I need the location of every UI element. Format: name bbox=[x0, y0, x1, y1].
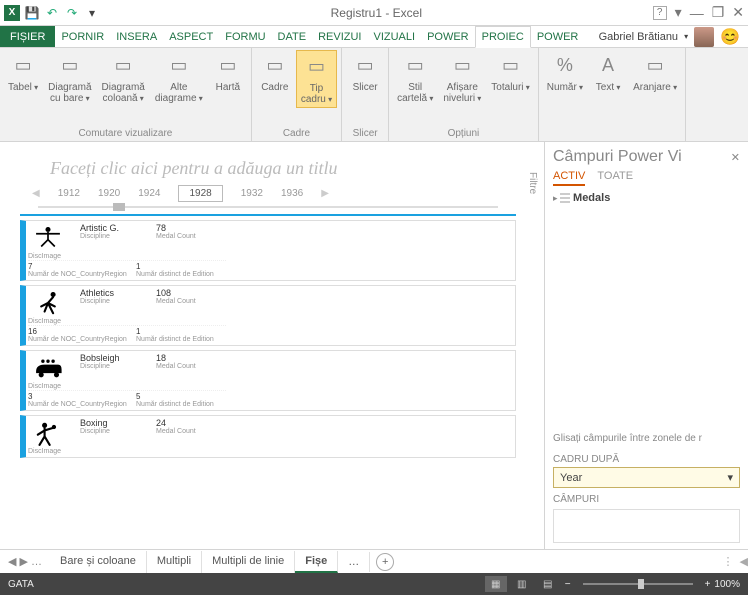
alte-diag-button[interactable]: ▭Altediagrame bbox=[151, 50, 207, 106]
year-1936[interactable]: 1936 bbox=[281, 188, 303, 199]
tile-by-dropdown[interactable]: Year▾ bbox=[553, 467, 740, 488]
tab-pornir[interactable]: PORNIR bbox=[55, 26, 110, 47]
timeline-prev-icon[interactable]: ◀ bbox=[32, 188, 40, 199]
chart-title-placeholder[interactable]: Faceți clic aici pentru a adăuga un titl… bbox=[50, 158, 516, 179]
tab-date[interactable]: DATE bbox=[272, 26, 313, 47]
sport-icon bbox=[28, 288, 68, 318]
aranjare-button[interactable]: ▭Aranjare bbox=[629, 50, 681, 95]
zoom-out-button[interactable]: − bbox=[561, 579, 575, 590]
year-1912[interactable]: 1912 bbox=[58, 188, 80, 199]
tab-fișier[interactable]: FIȘIER bbox=[0, 26, 55, 47]
filters-label[interactable]: Filtre bbox=[527, 172, 538, 194]
tab-insera[interactable]: INSERA bbox=[110, 26, 163, 47]
harta-button[interactable]: ▭Hartă bbox=[209, 50, 247, 95]
fields-dropzone[interactable] bbox=[553, 509, 740, 543]
year-1932[interactable]: 1932 bbox=[241, 188, 263, 199]
add-sheet-button[interactable]: + bbox=[376, 553, 394, 571]
pane-close-icon[interactable]: ✕ bbox=[731, 151, 740, 164]
slicer-button[interactable]: ▭Slicer bbox=[346, 50, 384, 95]
timeline-scrubber[interactable] bbox=[38, 206, 498, 208]
sheet-nav[interactable]: ◀ ▶ … bbox=[0, 555, 50, 568]
tab-formu[interactable]: FORMU bbox=[219, 26, 271, 47]
tab-power[interactable]: POWER bbox=[531, 26, 585, 47]
help-icon[interactable]: ? bbox=[653, 6, 667, 20]
ribbon-options-icon[interactable]: ▾ bbox=[675, 4, 682, 21]
tab-vizuali[interactable]: VIZUALI bbox=[367, 26, 421, 47]
card-athletics[interactable]: AthleticsDiscipline108Medal CountDiscIma… bbox=[20, 285, 516, 346]
sheet-tab-1[interactable]: Multipli bbox=[147, 551, 202, 573]
drag-hint: Glisați câmpurile între zonele de r bbox=[553, 433, 740, 444]
fields-label: CÂMPURI bbox=[553, 494, 740, 505]
year-1928[interactable]: 1928 bbox=[178, 185, 222, 202]
numar-button[interactable]: %Număr bbox=[543, 50, 587, 95]
status-text: GATA bbox=[8, 579, 34, 590]
view-normal-icon[interactable]: ▦ bbox=[485, 576, 507, 592]
year-1924[interactable]: 1924 bbox=[138, 188, 160, 199]
tip-cadru-button[interactable]: ▭Tipcadru bbox=[296, 50, 337, 108]
excel-icon: X bbox=[4, 5, 20, 21]
zoom-in-button[interactable]: + bbox=[701, 579, 715, 590]
tabel-button[interactable]: ▭Tabel bbox=[4, 50, 42, 95]
undo-icon[interactable]: ↶ bbox=[44, 5, 60, 21]
qat-customize-icon[interactable]: ▾ bbox=[84, 5, 100, 21]
field-table-medals[interactable]: Medals bbox=[553, 192, 740, 204]
sport-icon bbox=[28, 223, 68, 253]
card-bobsleigh[interactable]: BobsleighDiscipline18Medal CountDiscImag… bbox=[20, 350, 516, 411]
tile-by-label: CADRU DUPĂ bbox=[553, 454, 740, 465]
year-1920[interactable]: 1920 bbox=[98, 188, 120, 199]
tab-revizui[interactable]: REVIZUI bbox=[312, 26, 367, 47]
minimize-icon[interactable]: — bbox=[690, 5, 704, 21]
sport-icon bbox=[28, 418, 68, 448]
text-button[interactable]: AText bbox=[589, 50, 627, 95]
tab-power[interactable]: POWER bbox=[421, 26, 475, 47]
view-break-icon[interactable]: ▤ bbox=[537, 576, 559, 592]
window-title: Registru1 - Excel bbox=[100, 6, 653, 20]
user-name[interactable]: Gabriel Brătianu bbox=[599, 31, 679, 43]
afis-niv-button[interactable]: ▭Afișareniveluri bbox=[439, 50, 485, 106]
tab-aspect[interactable]: ASPECT bbox=[163, 26, 219, 47]
user-avatar-icon[interactable] bbox=[694, 27, 714, 47]
zoom-level[interactable]: 100% bbox=[714, 579, 740, 590]
timeline-next-icon[interactable]: ▶ bbox=[321, 188, 329, 199]
sheet-more[interactable]: … bbox=[338, 552, 370, 572]
pane-tab-toate[interactable]: TOATE bbox=[597, 170, 633, 186]
zoom-slider[interactable] bbox=[583, 583, 693, 585]
tab-proiec[interactable]: PROIEC bbox=[475, 26, 531, 48]
chevron-down-icon: ▾ bbox=[727, 471, 733, 484]
emoji-icon[interactable]: 😊 bbox=[720, 27, 740, 47]
pane-tab-activ[interactable]: ACTIV bbox=[553, 170, 585, 186]
close-icon[interactable]: ✕ bbox=[732, 4, 744, 21]
stil-cart-button[interactable]: ▭Stilcartelă bbox=[393, 50, 437, 106]
diag-bare-button[interactable]: ▭Diagramăcu bare bbox=[44, 50, 95, 106]
sheet-tab-2[interactable]: Multipli de linie bbox=[202, 551, 295, 573]
view-page-icon[interactable]: ▥ bbox=[511, 576, 533, 592]
cadre-button[interactable]: ▭Cadre bbox=[256, 50, 294, 95]
card-artistic-g-[interactable]: Artistic G.Discipline78Medal CountDiscIm… bbox=[20, 220, 516, 281]
pane-title: Câmpuri Power Vi bbox=[553, 148, 682, 166]
redo-icon[interactable]: ↷ bbox=[64, 5, 80, 21]
diag-col-button[interactable]: ▭Diagramăcoloană bbox=[98, 50, 149, 106]
sheet-tab-0[interactable]: Bare și coloane bbox=[50, 551, 147, 573]
sheet-tab-3[interactable]: Fișe bbox=[295, 551, 338, 573]
card-boxing[interactable]: BoxingDiscipline24Medal CountDiscImage bbox=[20, 415, 516, 458]
totaluri-button[interactable]: ▭Totaluri bbox=[487, 50, 534, 95]
save-icon[interactable]: 💾 bbox=[24, 5, 40, 21]
sport-icon bbox=[28, 353, 68, 383]
maximize-icon[interactable]: ❐ bbox=[712, 4, 725, 21]
